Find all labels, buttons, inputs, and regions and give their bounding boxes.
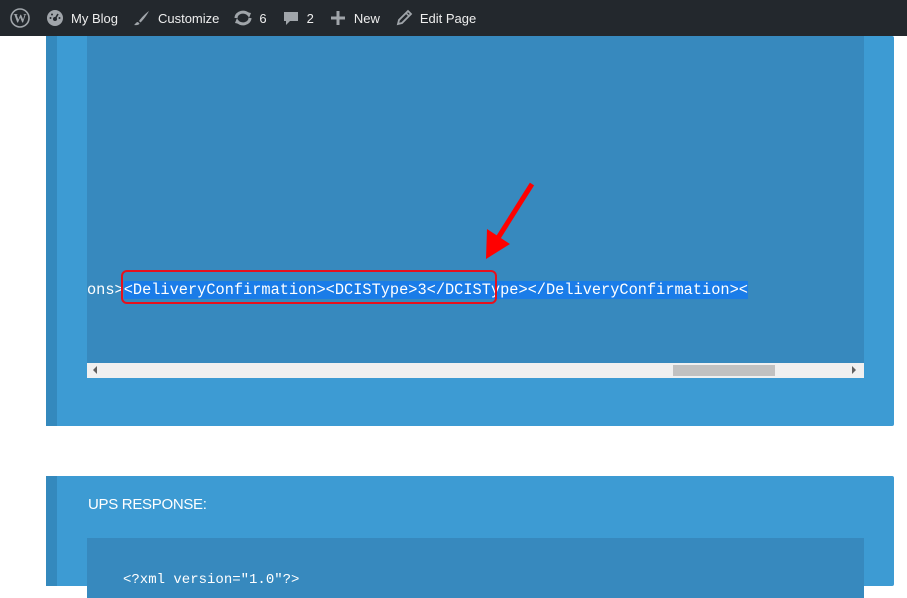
request-code-block[interactable]: ons><DeliveryConfirmation><DCISType>3</D…	[87, 36, 864, 378]
response-label: UPS RESPONSE:	[88, 496, 207, 513]
site-name-label: My Blog	[71, 10, 118, 26]
site-name-link[interactable]: My Blog	[38, 0, 125, 36]
dashboard-icon	[45, 8, 65, 28]
wordpress-logo-icon: W	[10, 8, 30, 28]
svg-text:W: W	[14, 11, 27, 26]
scroll-right-arrow-icon[interactable]	[852, 366, 856, 374]
horizontal-scrollbar[interactable]	[87, 363, 864, 378]
plus-icon	[328, 8, 348, 28]
annotation-highlight-box	[121, 270, 497, 304]
comments-link[interactable]: 2	[274, 0, 321, 36]
scrollbar-thumb[interactable]	[673, 365, 775, 376]
new-content-link[interactable]: New	[321, 0, 387, 36]
updates-icon	[233, 8, 253, 28]
code-prefix: ons>	[87, 281, 124, 299]
card-accent-stripe	[46, 36, 57, 426]
comment-icon	[281, 8, 301, 28]
request-card: ons><DeliveryConfirmation><DCISType>3</D…	[46, 36, 894, 426]
customize-label: Customize	[157, 10, 220, 26]
scroll-left-arrow-icon[interactable]	[93, 366, 97, 374]
customize-link[interactable]: Customize	[125, 0, 226, 36]
response-card: UPS RESPONSE: <?xml version="1.0"?>	[46, 476, 894, 598]
response-code-block[interactable]: <?xml version="1.0"?>	[87, 538, 864, 598]
admin-bar: W My Blog Customize 6 2 New Edit Page	[0, 0, 907, 36]
updates-link[interactable]: 6	[226, 0, 273, 36]
response-code-line: <?xml version="1.0"?>	[123, 572, 300, 588]
updates-count: 6	[259, 10, 267, 26]
paintbrush-icon	[132, 8, 152, 28]
wordpress-menu[interactable]: W	[0, 0, 38, 36]
comments-count: 2	[306, 10, 314, 26]
card-accent-stripe	[46, 476, 57, 586]
edit-page-label: Edit Page	[419, 10, 477, 26]
new-label: New	[353, 10, 380, 26]
edit-page-link[interactable]: Edit Page	[387, 0, 483, 36]
pencil-icon	[394, 8, 414, 28]
